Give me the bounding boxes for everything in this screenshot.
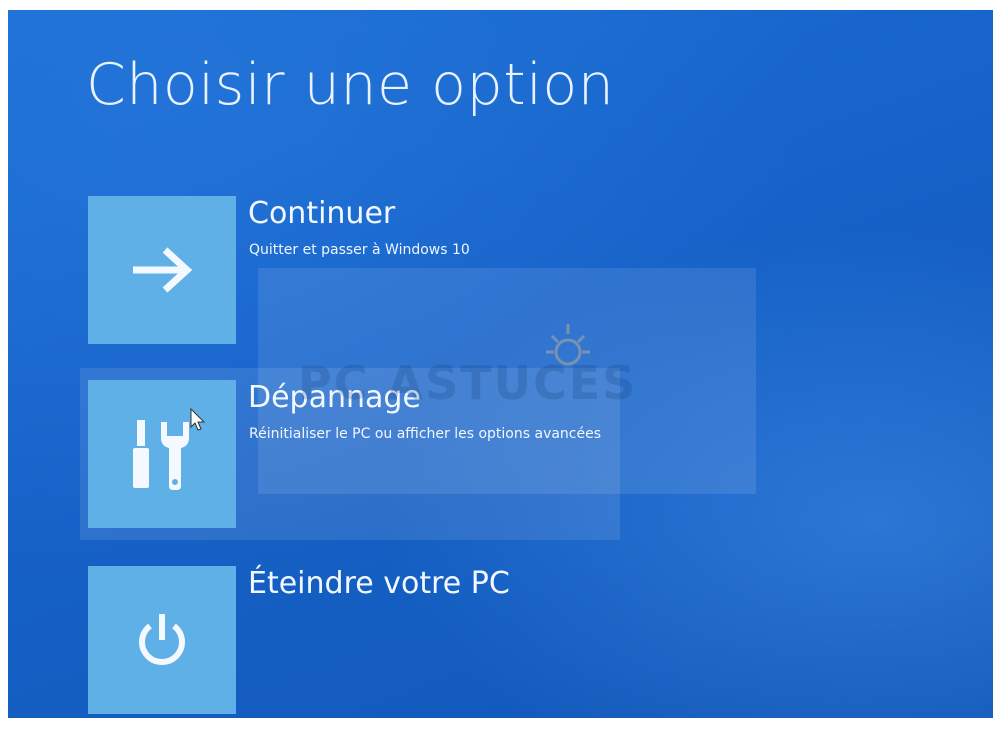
- troubleshoot-title: Dépannage: [248, 380, 421, 415]
- tools-icon: [133, 420, 189, 490]
- recovery-screen: Choisir une option Continuer Quitter et …: [8, 10, 993, 718]
- shutdown-tile[interactable]: [88, 566, 236, 714]
- continue-title: Continuer: [248, 196, 396, 231]
- continue-description: Quitter et passer à Windows 10: [249, 242, 470, 258]
- photo-frame: Choisir une option Continuer Quitter et …: [0, 0, 993, 746]
- mouse-cursor-icon: [190, 408, 206, 431]
- arrow-right-icon: [133, 247, 193, 293]
- continue-tile[interactable]: [88, 196, 236, 344]
- page-title: Choisir une option: [86, 52, 615, 118]
- power-icon: [139, 614, 185, 665]
- shutdown-title: Éteindre votre PC: [248, 566, 510, 601]
- troubleshoot-tile[interactable]: [88, 380, 236, 528]
- troubleshoot-description: Réinitialiser le PC ou afficher les opti…: [249, 426, 602, 442]
